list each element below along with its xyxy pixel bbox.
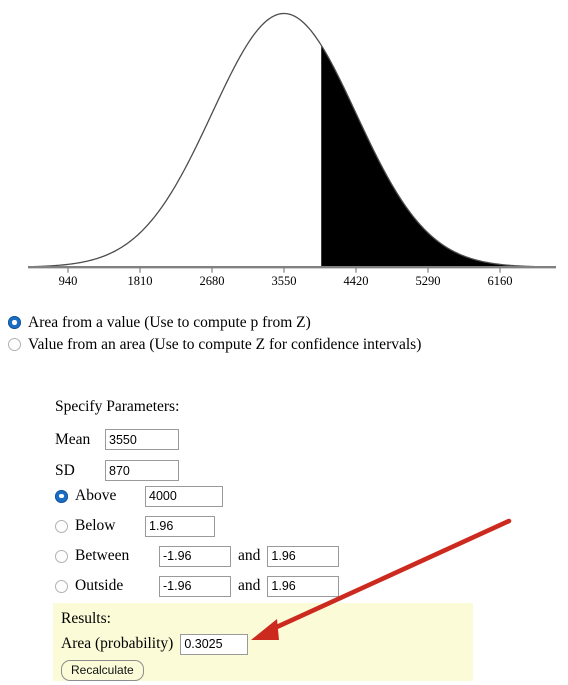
- x-axis-tick-label: 2680: [200, 274, 225, 288]
- outside-label: Outside: [75, 577, 124, 594]
- x-axis-tick-label: 6160: [488, 274, 513, 288]
- between-and-label: and: [238, 547, 261, 564]
- result-row-area: Area (probability): [61, 633, 473, 655]
- above-value-input[interactable]: [145, 485, 223, 507]
- radio-icon-above[interactable]: [55, 489, 68, 503]
- x-axis-tick-label: 4420: [344, 274, 369, 288]
- shaded-area-above: [321, 45, 547, 268]
- parameter-row-sd: SD: [55, 459, 475, 482]
- radio-icon-value-from-area[interactable]: [8, 338, 21, 351]
- results-title: Results:: [61, 610, 111, 627]
- outside-lower-input[interactable]: [159, 575, 231, 597]
- mode-radio-group: Area from a value (Use to compute p from…: [8, 312, 560, 356]
- mode-option-value-from-area[interactable]: Value from an area (Use to compute Z for…: [8, 334, 560, 355]
- sd-input[interactable]: [105, 460, 179, 481]
- radio-icon-below[interactable]: [55, 519, 68, 533]
- mode-option-area-from-value[interactable]: Area from a value (Use to compute p from…: [8, 312, 560, 333]
- mode-option-label: Area from a value (Use to compute p from…: [28, 314, 311, 331]
- radio-icon-between[interactable]: [55, 549, 68, 563]
- radio-icon-area-from-value[interactable]: [8, 316, 21, 329]
- condition-row-outside[interactable]: Outside and: [55, 574, 505, 598]
- x-axis-tick-label: 940: [59, 274, 78, 288]
- radio-icon-outside[interactable]: [55, 579, 68, 593]
- x-axis-tick-label: 3550: [272, 274, 297, 288]
- above-label: Above: [75, 487, 117, 504]
- recalculate-button[interactable]: Recalculate: [61, 660, 144, 681]
- distribution-chart: 940 1810 2680 3550 4420 5290 6160: [0, 0, 568, 292]
- sd-label: SD: [55, 461, 75, 479]
- parameter-row-mean: Mean: [55, 428, 475, 451]
- specify-parameters-section: Specify Parameters: Mean SD: [55, 398, 475, 490]
- distribution-chart-svg: 940 1810 2680 3550 4420 5290 6160: [27, 12, 557, 288]
- area-probability-field[interactable]: [180, 633, 249, 655]
- parameters-title: Specify Parameters:: [55, 398, 180, 415]
- x-axis-tick-label: 5290: [416, 274, 441, 288]
- below-label: Below: [75, 517, 116, 534]
- between-label: Between: [75, 547, 130, 564]
- outside-upper-input[interactable]: [267, 575, 340, 597]
- mean-label: Mean: [55, 430, 91, 448]
- mode-option-label: Value from an area (Use to compute Z for…: [28, 336, 422, 353]
- mean-input[interactable]: [105, 429, 179, 450]
- condition-row-below[interactable]: Below: [55, 514, 505, 538]
- outside-and-label: and: [238, 577, 261, 594]
- below-value-input[interactable]: [145, 515, 215, 537]
- x-axis-tick-label: 1810: [128, 274, 153, 288]
- between-lower-input[interactable]: [159, 545, 231, 567]
- normal-curve: [27, 12, 557, 268]
- condition-row-between[interactable]: Between and: [55, 544, 505, 568]
- results-panel: Results: Area (probability) Recalculate: [53, 603, 473, 681]
- area-probability-label: Area (probability): [61, 635, 174, 652]
- x-axis-ticks: 940 1810 2680 3550 4420 5290 6160: [59, 267, 513, 288]
- condition-radio-group: Above Below Between and Outside and: [55, 484, 505, 604]
- between-upper-input[interactable]: [267, 545, 340, 567]
- condition-row-above[interactable]: Above: [55, 484, 505, 508]
